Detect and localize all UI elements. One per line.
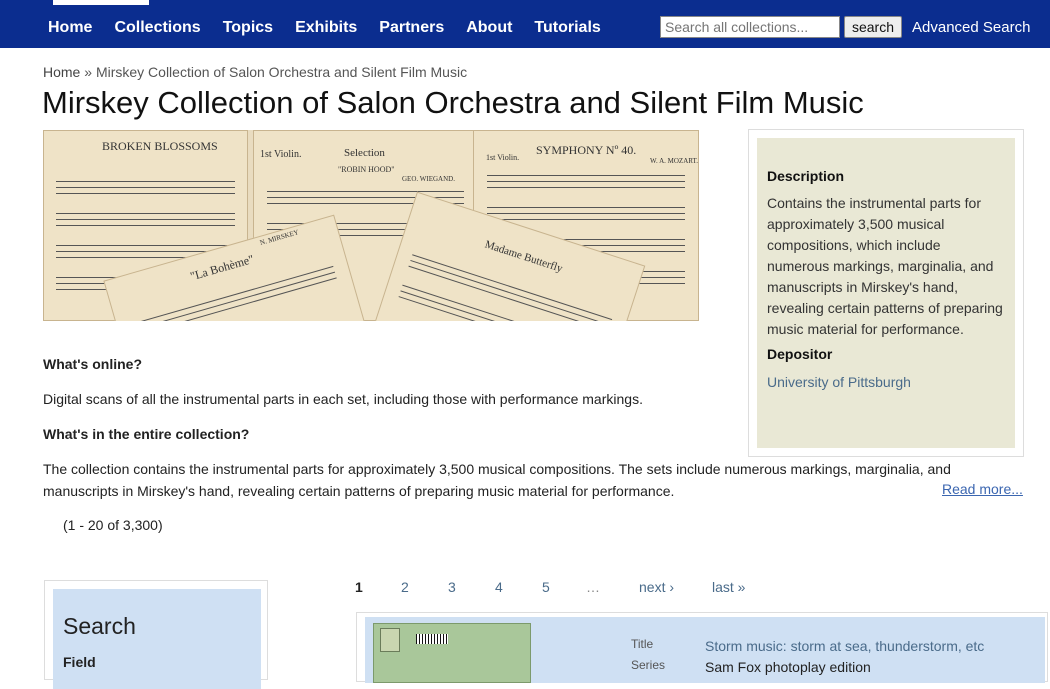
description-panel: Description Contains the instrumental pa… <box>748 129 1024 457</box>
depositor-heading: Depositor <box>767 346 833 362</box>
nav-collections[interactable]: Collections <box>103 19 211 37</box>
breadcrumb-current: Mirskey Collection of Salon Orchestra an… <box>95 64 468 80</box>
nav-tutorials[interactable]: Tutorials <box>523 19 611 37</box>
nav-about[interactable]: About <box>455 19 523 37</box>
page-ellipsis: … <box>586 579 600 595</box>
read-more-link[interactable]: Read more... <box>942 481 1023 497</box>
breadcrumb: Home » Mirskey Collection of Salon Orche… <box>43 64 467 80</box>
advanced-search-link[interactable]: Advanced Search <box>912 19 1030 36</box>
entire-collection-heading: What's in the entire collection? <box>43 426 250 442</box>
main-nav: Home Collections Topics Exhibits Partner… <box>37 8 612 48</box>
result-series-label: Series <box>631 658 666 672</box>
breadcrumb-home[interactable]: Home <box>43 64 80 80</box>
logo-tab[interactable] <box>53 0 149 5</box>
entire-collection-text: The collection contains the instrumental… <box>43 461 951 499</box>
sheet-subtitle: "ROBIN HOOD" <box>338 165 395 174</box>
result-count: (1 - 20 of 3,300) <box>63 517 163 533</box>
search-box: Search Field <box>53 589 261 689</box>
result-thumbnail[interactable] <box>373 623 531 683</box>
sheet-part: 1st Violin. <box>486 153 520 162</box>
page-4-link[interactable]: 4 <box>495 579 542 595</box>
sheet-composer: GEO. WIEGAND. <box>402 175 455 183</box>
sheet-title: "La Bohème" <box>188 251 256 284</box>
description-heading: Description <box>767 168 845 184</box>
page-title: Mirskey Collection of Salon Orchestra an… <box>42 85 864 120</box>
sheet-part: 1st Violin. <box>260 149 302 160</box>
page-2-link[interactable]: 2 <box>401 579 448 595</box>
folder-tab-icon <box>380 628 400 652</box>
search-button[interactable]: search <box>844 16 902 38</box>
description-box: Description Contains the instrumental pa… <box>757 138 1015 448</box>
sheet-title: SYMPHONY Nº 40. <box>536 143 637 157</box>
search-panel-title: Search <box>63 613 136 639</box>
page-1-current: 1 <box>355 579 363 595</box>
barcode-icon <box>416 634 448 644</box>
page-5-link[interactable]: 5 <box>542 579 586 595</box>
breadcrumb-separator: » <box>84 64 93 80</box>
result-box: Title Storm music: storm at sea, thunder… <box>365 617 1045 683</box>
search-panel: Search Field <box>44 580 268 689</box>
collection-banner-image: BROKEN BLOSSOMS 1st Violin. Selection "R… <box>43 130 699 321</box>
nav-exhibits[interactable]: Exhibits <box>284 19 368 37</box>
description-text: Contains the instrumental parts for appr… <box>767 195 1003 337</box>
result-series-value: Sam Fox photoplay edition <box>705 659 871 675</box>
sheet-title: BROKEN BLOSSOMS <box>102 139 218 153</box>
nav-topics[interactable]: Topics <box>212 19 284 37</box>
page-3-link[interactable]: 3 <box>448 579 495 595</box>
whats-online-heading: What's online? <box>43 356 142 372</box>
depositor-link[interactable]: University of Pittsburgh <box>767 374 1005 390</box>
sheet-title: Selection <box>344 147 385 159</box>
next-page-link[interactable]: next › <box>639 579 712 595</box>
top-navigation-bar: Home Collections Topics Exhibits Partner… <box>0 0 1050 48</box>
search-field-label: Field <box>63 654 96 670</box>
sheet-composer: W. A. MOZART. <box>650 157 698 165</box>
search-result-item: Title Storm music: storm at sea, thunder… <box>356 612 1048 683</box>
search-input[interactable] <box>660 16 840 38</box>
last-page-link[interactable]: last » <box>712 579 752 595</box>
nav-partners[interactable]: Partners <box>368 19 455 37</box>
result-title-link[interactable]: Storm music: storm at sea, thunderstorm,… <box>705 638 984 654</box>
sheet-title: Madame Butterfly <box>483 238 564 275</box>
nav-home[interactable]: Home <box>37 19 103 37</box>
result-title-label: Title <box>631 637 654 651</box>
pagination: 1 2 3 4 5 … next › last » <box>355 579 752 595</box>
whats-online-text: Digital scans of all the instrumental pa… <box>43 391 643 407</box>
